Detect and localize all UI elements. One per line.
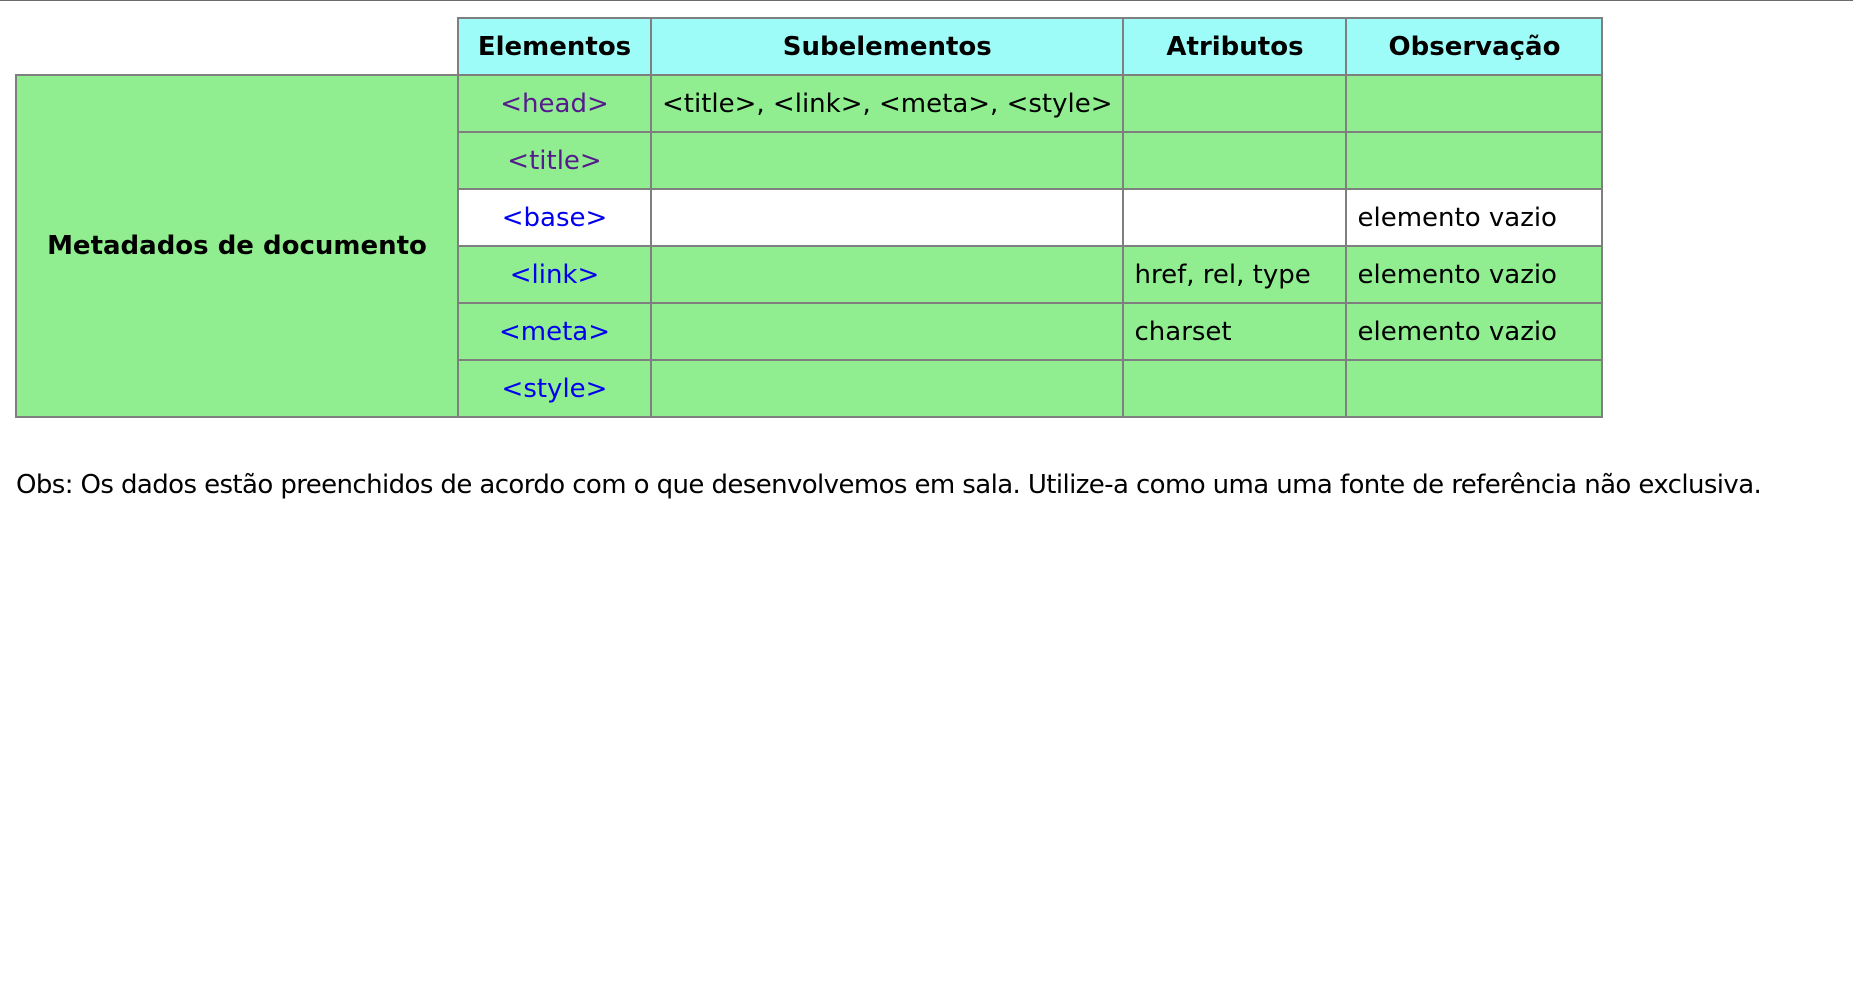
attributes-cell xyxy=(1122,74,1348,133)
element-link-head[interactable]: <head> xyxy=(500,89,608,119)
header-observacao: Observação xyxy=(1345,17,1604,76)
subelements-cell: <title>, <link>, <meta>, <style> xyxy=(649,74,1125,133)
subelements-cell xyxy=(649,245,1125,304)
subelements-cell xyxy=(649,359,1125,418)
element-link-title[interactable]: <title> xyxy=(507,146,601,176)
header-elementos: Elementos xyxy=(457,17,652,76)
observation-cell xyxy=(1345,74,1604,133)
element-cell: <title> xyxy=(457,131,652,190)
element-link-base[interactable]: <base> xyxy=(502,203,608,233)
observation-cell xyxy=(1345,359,1604,418)
element-cell: <style> xyxy=(457,359,652,418)
observation-cell: elemento vazio xyxy=(1345,302,1604,361)
attributes-cell xyxy=(1122,188,1348,247)
attributes-cell: href, rel, type xyxy=(1122,245,1348,304)
element-cell: <link> xyxy=(457,245,652,304)
observation-cell xyxy=(1345,131,1604,190)
element-link-link[interactable]: <link> xyxy=(510,260,600,290)
table-header-row: Elementos Subelementos Atributos Observa… xyxy=(16,17,1604,76)
observation-cell: elemento vazio xyxy=(1345,188,1604,247)
observation-cell: elemento vazio xyxy=(1345,245,1604,304)
footnote: Obs: Os dados estão preenchidos de acord… xyxy=(16,470,1762,500)
attributes-cell xyxy=(1122,131,1348,190)
subelements-cell xyxy=(649,302,1125,361)
html-metadata-table: Elementos Subelementos Atributos Observa… xyxy=(15,17,1604,418)
table-row: Metadados de documento <head> <title>, <… xyxy=(15,74,1604,418)
subelements-cell xyxy=(649,131,1125,190)
top-divider xyxy=(0,0,1853,1)
attributes-cell xyxy=(1122,359,1348,418)
element-cell: <base> xyxy=(457,188,652,247)
header-atributos: Atributos xyxy=(1122,17,1348,76)
blank-corner-cell xyxy=(16,18,458,75)
attributes-cell: charset xyxy=(1122,302,1348,361)
group-label-cell: Metadados de documento xyxy=(15,74,459,418)
element-cell: <head> xyxy=(457,74,652,133)
element-cell: <meta> xyxy=(457,302,652,361)
element-link-style[interactable]: <style> xyxy=(502,374,608,404)
subelements-cell xyxy=(649,188,1125,247)
header-subelementos: Subelementos xyxy=(649,17,1125,76)
element-link-meta[interactable]: <meta> xyxy=(499,317,610,347)
